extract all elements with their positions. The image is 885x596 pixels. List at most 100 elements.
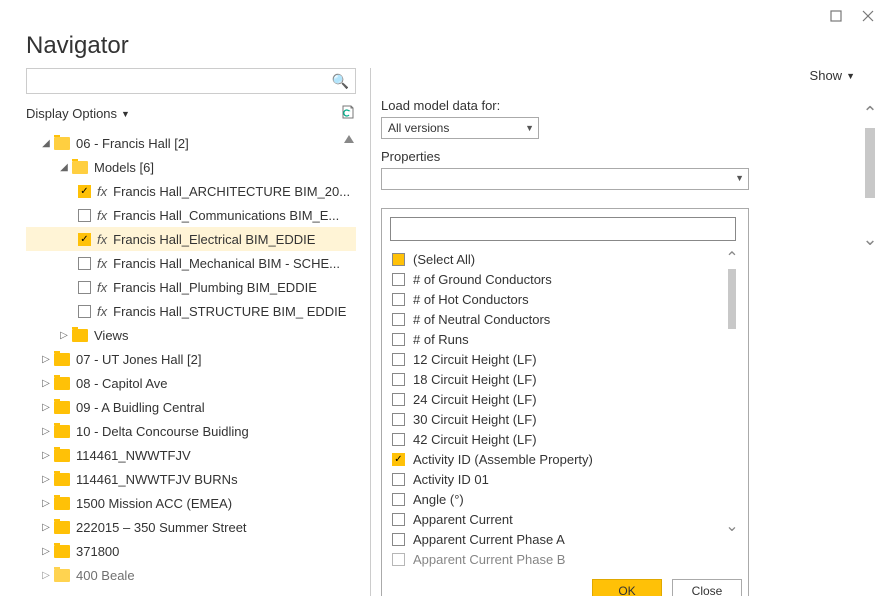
- search-input-wrapper[interactable]: 🔍: [26, 68, 356, 94]
- properties-scrollbar[interactable]: ⌃⌄: [724, 253, 740, 533]
- tree-folder-views[interactable]: ▷Views: [26, 323, 356, 347]
- prop-item[interactable]: Apparent Current Phase A: [390, 529, 744, 549]
- prop-item[interactable]: # of Neutral Conductors: [390, 309, 744, 329]
- checkbox[interactable]: [392, 533, 405, 546]
- properties-list[interactable]: ⌃⌄ (Select All) # of Ground Conductors #…: [390, 249, 744, 569]
- preview-scrollbar[interactable]: ⌃⌄: [861, 106, 879, 246]
- properties-combo[interactable]: ▼: [381, 168, 749, 190]
- prop-item[interactable]: 12 Circuit Height (LF): [390, 349, 744, 369]
- prop-item[interactable]: Apparent Current Phase B: [390, 549, 744, 569]
- chevron-down-icon: ▼: [525, 123, 534, 133]
- prop-item[interactable]: 18 Circuit Height (LF): [390, 369, 744, 389]
- tree-model-4[interactable]: fxFrancis Hall_Mechanical BIM - SCHE...: [26, 251, 356, 275]
- tree-folder-10[interactable]: ▷10 - Delta Concourse Buidling: [26, 419, 356, 443]
- refresh-icon[interactable]: [340, 104, 356, 123]
- search-input[interactable]: [33, 74, 332, 89]
- scroll-up-icon[interactable]: [344, 135, 354, 143]
- prop-item[interactable]: 30 Circuit Height (LF): [390, 409, 744, 429]
- checkbox[interactable]: [392, 553, 405, 566]
- checkbox[interactable]: [78, 281, 91, 294]
- prop-select-all[interactable]: (Select All): [390, 249, 744, 269]
- prop-item[interactable]: # of Runs: [390, 329, 744, 349]
- properties-label: Properties: [381, 149, 845, 164]
- scrollbar-thumb[interactable]: [865, 128, 875, 198]
- caret-right-icon: ▷: [40, 522, 52, 533]
- tree-folder-400[interactable]: ▷400 Beale: [26, 563, 356, 587]
- checkbox[interactable]: [392, 313, 405, 326]
- folder-icon: [72, 329, 88, 342]
- chevron-down-icon: ▼: [735, 173, 744, 183]
- folder-icon: [54, 353, 70, 366]
- properties-filter-input[interactable]: [390, 217, 736, 241]
- scroll-up-icon[interactable]: ⌃: [725, 253, 738, 265]
- prop-item[interactable]: # of Hot Conductors: [390, 289, 744, 309]
- checkbox[interactable]: ✓: [392, 453, 405, 466]
- scrollbar-thumb[interactable]: [728, 269, 736, 329]
- close-button[interactable]: [861, 9, 875, 23]
- tree-model-5[interactable]: fxFrancis Hall_Plumbing BIM_EDDIE: [26, 275, 356, 299]
- tree-view[interactable]: ◢06 - Francis Hall [2] ◢Models [6] ✓fxFr…: [26, 131, 356, 596]
- tree-folder-08[interactable]: ▷08 - Capitol Ave: [26, 371, 356, 395]
- prop-item[interactable]: Angle (°): [390, 489, 744, 509]
- tree-folder-222[interactable]: ▷222015 – 350 Summer Street: [26, 515, 356, 539]
- tree-folder-07[interactable]: ▷07 - UT Jones Hall [2]: [26, 347, 356, 371]
- prop-item[interactable]: Activity ID 01: [390, 469, 744, 489]
- maximize-button[interactable]: [829, 9, 843, 23]
- checkbox[interactable]: ✓: [78, 185, 91, 198]
- caret-right-icon: ▷: [40, 354, 52, 365]
- prop-item[interactable]: ✓Activity ID (Assemble Property): [390, 449, 744, 469]
- show-dropdown[interactable]: Show ▼: [810, 68, 855, 83]
- tree-model-3[interactable]: ✓fxFrancis Hall_Electrical BIM_EDDIE: [26, 227, 356, 251]
- tree-folder-371[interactable]: ▷371800: [26, 539, 356, 563]
- checkbox[interactable]: [392, 413, 405, 426]
- caret-right-icon: ▷: [40, 474, 52, 485]
- caret-right-icon: ▷: [40, 546, 52, 557]
- prop-item[interactable]: 42 Circuit Height (LF): [390, 429, 744, 449]
- checkbox[interactable]: [392, 513, 405, 526]
- folder-icon: [54, 521, 70, 534]
- tree-model-2[interactable]: fxFrancis Hall_Communications BIM_E...: [26, 203, 356, 227]
- tree-folder-114b[interactable]: ▷114461_NWWTFJV BURNs: [26, 467, 356, 491]
- prop-item[interactable]: 24 Circuit Height (LF): [390, 389, 744, 409]
- checkbox[interactable]: ✓: [78, 233, 91, 246]
- folder-icon: [54, 377, 70, 390]
- checkbox[interactable]: [392, 273, 405, 286]
- tree-folder-models[interactable]: ◢Models [6]: [26, 155, 356, 179]
- checkbox[interactable]: [392, 333, 405, 346]
- close-button[interactable]: Close: [672, 579, 742, 596]
- page-title: Navigator: [26, 32, 859, 60]
- tree-folder-1500[interactable]: ▷1500 Mission ACC (EMEA): [26, 491, 356, 515]
- checkbox-mixed[interactable]: [392, 253, 405, 266]
- scroll-down-icon[interactable]: ⌄: [725, 521, 738, 533]
- ok-button[interactable]: OK: [592, 579, 662, 596]
- tree-model-6[interactable]: fxFrancis Hall_STRUCTURE BIM_ EDDIE: [26, 299, 356, 323]
- checkbox[interactable]: [392, 433, 405, 446]
- fx-icon: fx: [97, 208, 107, 223]
- checkbox[interactable]: [78, 257, 91, 270]
- display-options-dropdown[interactable]: Display Options ▼: [26, 106, 130, 121]
- properties-panel: ⌃⌄ (Select All) # of Ground Conductors #…: [381, 208, 749, 596]
- prop-item[interactable]: Apparent Current: [390, 509, 744, 529]
- checkbox[interactable]: [392, 293, 405, 306]
- load-model-combo[interactable]: All versions▼: [381, 117, 539, 139]
- prop-item[interactable]: # of Ground Conductors: [390, 269, 744, 289]
- scroll-down-icon[interactable]: ⌄: [862, 232, 877, 246]
- tree-folder-09[interactable]: ▷09 - A Buidling Central: [26, 395, 356, 419]
- folder-icon: [72, 161, 88, 174]
- checkbox[interactable]: [78, 305, 91, 318]
- checkbox[interactable]: [78, 209, 91, 222]
- checkbox[interactable]: [392, 373, 405, 386]
- panel-divider: [370, 68, 371, 596]
- checkbox[interactable]: [392, 493, 405, 506]
- fx-icon: fx: [97, 280, 107, 295]
- caret-right-icon: ▷: [40, 450, 52, 461]
- folder-icon: [54, 425, 70, 438]
- checkbox[interactable]: [392, 473, 405, 486]
- tree-folder-114a[interactable]: ▷114461_NWWTFJV: [26, 443, 356, 467]
- checkbox[interactable]: [392, 353, 405, 366]
- tree-folder-francis[interactable]: ◢06 - Francis Hall [2]: [26, 131, 356, 155]
- caret-right-icon: ▷: [40, 378, 52, 389]
- tree-model-1[interactable]: ✓fxFrancis Hall_ARCHITECTURE BIM_20...: [26, 179, 356, 203]
- scroll-up-icon[interactable]: ⌃: [862, 106, 877, 120]
- checkbox[interactable]: [392, 393, 405, 406]
